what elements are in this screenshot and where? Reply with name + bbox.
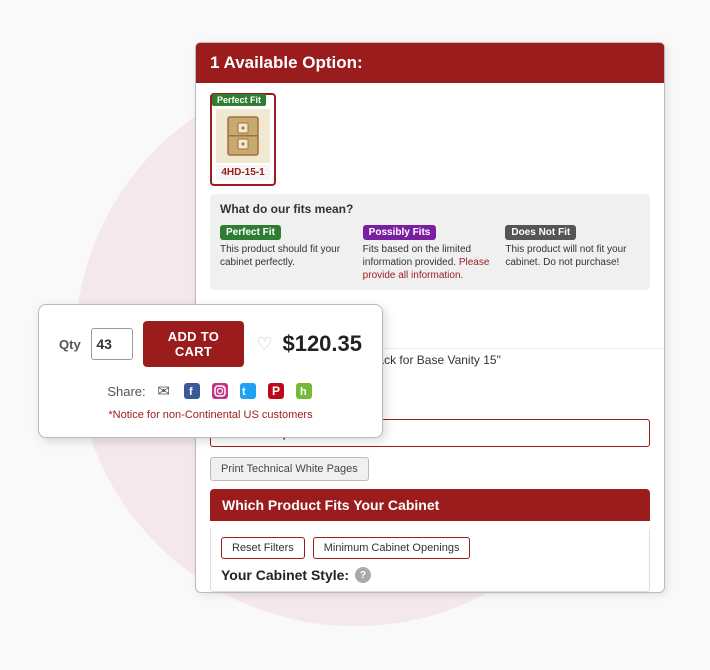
facebook-share-icon[interactable]: f <box>182 381 202 401</box>
price-display: $120.35 <box>282 331 362 357</box>
panel-header: 1 Available Option: <box>196 43 664 83</box>
add-to-cart-button[interactable]: ADD TO CART <box>143 321 245 367</box>
does-not-fit-badge-legend: Does Not Fit <box>505 225 576 240</box>
provide-info-link[interactable]: Please provide all information. <box>363 257 490 281</box>
perfect-fit-desc: This product should fit your cabinet per… <box>220 243 355 269</box>
possibly-fits-badge-legend: Possibly Fits <box>363 225 437 240</box>
fits-item-possibly: Possibly Fits Fits based on the limited … <box>363 222 498 282</box>
cabinet-image-svg <box>224 115 262 157</box>
qty-input[interactable] <box>91 328 133 360</box>
cabinet-style-row: Your Cabinet Style: ? <box>221 567 639 583</box>
help-icon[interactable]: ? <box>355 567 371 583</box>
share-icons: ✉ f t P h <box>154 381 314 401</box>
houzz-share-icon[interactable]: h <box>294 381 314 401</box>
cart-panel: Qty ADD TO CART ♡ $120.35 Share: ✉ f t P… <box>38 304 383 438</box>
fits-question: What do our fits mean? <box>220 202 640 216</box>
email-share-icon[interactable]: ✉ <box>154 381 174 401</box>
cart-row: Qty ADD TO CART ♡ $120.35 <box>59 321 362 367</box>
share-label: Share: <box>107 384 145 399</box>
filter-buttons: Reset Filters Minimum Cabinet Openings <box>221 537 639 559</box>
share-row: Share: ✉ f t P h <box>59 381 362 401</box>
svg-text:t: t <box>242 386 246 398</box>
perfect-fit-badge: Perfect Fit <box>212 94 266 106</box>
perfect-fit-badge-legend: Perfect Fit <box>220 225 281 240</box>
fits-meaning-section: What do our fits mean? Perfect Fit This … <box>210 194 650 290</box>
wishlist-icon[interactable]: ♡ <box>256 334 272 355</box>
product-code-label: 4HD-15-1 <box>216 165 270 180</box>
svg-text:P: P <box>272 384 280 398</box>
minimum-cabinet-openings-button[interactable]: Minimum Cabinet Openings <box>313 537 471 559</box>
possibly-fits-desc: Fits based on the limited information pr… <box>363 243 498 282</box>
product-image <box>216 109 270 163</box>
fits-item-not: Does Not Fit This product will not fit y… <box>505 222 640 282</box>
fits-item-perfect: Perfect Fit This product should fit your… <box>220 222 355 282</box>
cabinet-style-label: Your Cabinet Style: <box>221 567 349 583</box>
svg-text:h: h <box>300 386 307 398</box>
does-not-fit-desc: This product will not fit your cabinet. … <box>505 243 640 269</box>
available-options-title: 1 Available Option: <box>210 53 363 72</box>
qty-label: Qty <box>59 337 81 352</box>
print-white-pages-button[interactable]: Print Technical White Pages <box>210 457 369 481</box>
fits-grid: Perfect Fit This product should fit your… <box>220 222 640 282</box>
which-product-body: Reset Filters Minimum Cabinet Openings Y… <box>210 529 650 592</box>
which-product-header: Which Product Fits Your Cabinet <box>210 489 650 521</box>
product-thumbnail[interactable]: Perfect Fit 4HD-15-1 <box>210 93 276 186</box>
pinterest-share-icon[interactable]: P <box>266 381 286 401</box>
reset-filters-button[interactable]: Reset Filters <box>221 537 305 559</box>
instagram-share-icon[interactable] <box>210 381 230 401</box>
twitter-share-icon[interactable]: t <box>238 381 258 401</box>
svg-text:f: f <box>189 386 193 398</box>
notice-text: *Notice for non-Continental US customers <box>59 409 362 421</box>
